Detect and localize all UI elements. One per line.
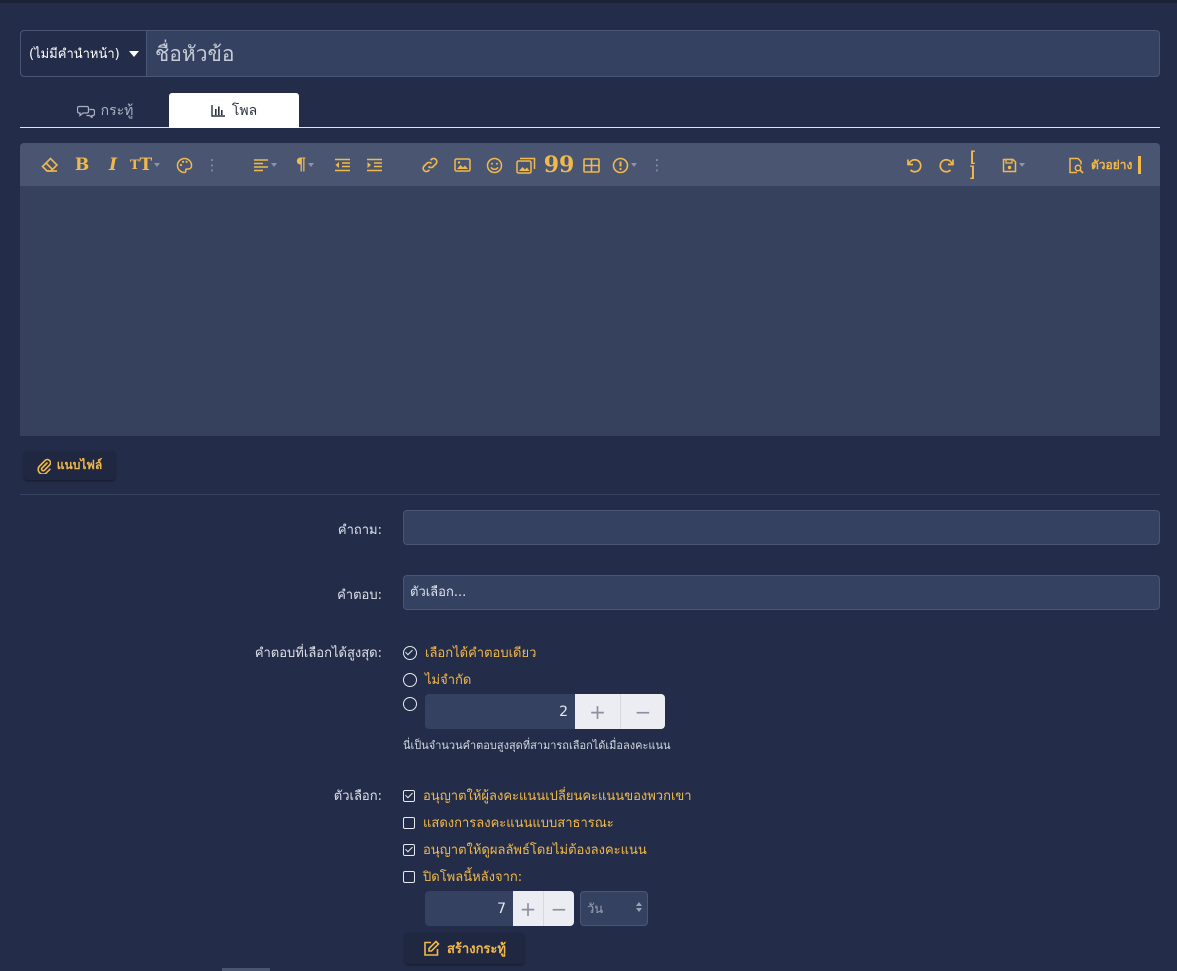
create-thread-button[interactable]: สร้างกระทู้ [405, 933, 524, 964]
redo-icon[interactable] [936, 154, 956, 176]
question-input[interactable] [404, 511, 1159, 544]
radio-icon[interactable] [403, 697, 417, 711]
prefix-label: (ไม่มีคำนำหน้า) [29, 47, 120, 62]
decrement-button[interactable]: − [543, 891, 574, 926]
table-icon[interactable] [581, 154, 601, 176]
attach-label: แนบไฟล์ [56, 458, 103, 472]
select-arrows-icon [636, 902, 642, 912]
increment-button[interactable]: + [575, 694, 620, 729]
indent-icon[interactable] [365, 154, 383, 176]
quote-icon[interactable]: 99 [544, 154, 575, 176]
close-after-stepper[interactable]: 7 + − [425, 891, 574, 926]
title-input[interactable] [147, 31, 1159, 76]
options-label: ตัวเลือก: [333, 789, 382, 804]
editor-toolbar: B I TT ⋮ ¶ 99 ⋮ [] ตัวอย่าง [20, 143, 1160, 186]
option-change-vote[interactable]: อนุญาตให้ผู้ลงคะแนนเปลี่ยนคะแนนของพวกเขา [403, 785, 692, 806]
tab-bar: กระทู้ โพล [20, 93, 1160, 128]
max-unlimited-option[interactable]: ไม่จำกัด [403, 669, 471, 690]
title-row: (ไม่มีคำนำหน้า) [20, 30, 1160, 77]
prefix-dropdown[interactable]: (ไม่มีคำนำหน้า) [21, 31, 147, 76]
align-icon[interactable] [251, 154, 279, 176]
tab-poll[interactable]: โพล [169, 93, 299, 128]
option-public-votes-label: แสดงการลงคะแนนแบบสาธารณะ [423, 816, 614, 831]
preview-marker [1138, 156, 1142, 174]
max-choices-label: คำตอบที่เลือกได้สูงสุด: [254, 646, 382, 661]
option-view-results-label: อนุญาตให้ดูผลลัพธ์โดยไม่ต้องลงคะแนน [423, 843, 647, 858]
eraser-icon[interactable] [40, 154, 60, 176]
preview-button[interactable]: ตัวอย่าง [1068, 154, 1142, 176]
increment-button[interactable]: + [513, 891, 543, 926]
question-field[interactable] [403, 510, 1160, 545]
question-label: คำถาม: [337, 523, 382, 538]
tab-poll-label: โพล [231, 102, 258, 119]
close-unit-select[interactable]: วัน [580, 891, 648, 926]
save-draft-icon[interactable] [998, 154, 1028, 176]
option-view-results[interactable]: อนุญาตให้ดูผลลัพธ์โดยไม่ต้องลงคะแนน [403, 839, 647, 860]
preview-icon [1069, 157, 1084, 174]
checkbox-icon[interactable] [403, 816, 415, 829]
preview-label: ตัวอย่าง [1091, 157, 1133, 172]
attach-files-button[interactable]: แนบไฟล์ [24, 451, 115, 480]
max-single-option[interactable]: เลือกได้คำตอบเดียว [403, 642, 536, 663]
radio-checked-icon[interactable] [403, 645, 417, 660]
option-close-poll[interactable]: ปิดโพลนี้หลังจาก: [403, 866, 522, 887]
decrement-button[interactable]: − [620, 694, 665, 729]
paragraph-icon[interactable]: ¶ [291, 154, 319, 176]
bold-icon[interactable]: B [73, 154, 91, 176]
smiley-icon[interactable] [484, 154, 504, 176]
max-choices-value[interactable]: 2 [425, 694, 575, 729]
checkbox-icon[interactable] [403, 870, 415, 883]
max-unlimited-label: ไม่จำกัด [425, 673, 472, 688]
edit-icon [424, 940, 440, 956]
max-choices-stepper[interactable]: 2 + − [425, 694, 665, 729]
tab-discussion[interactable]: กระทู้ [40, 93, 170, 128]
max-number-option[interactable] [403, 697, 417, 711]
answers-field[interactable] [403, 575, 1160, 610]
bbcode-icon[interactable]: [ ] [968, 150, 988, 180]
undo-icon[interactable] [904, 154, 924, 176]
create-thread-label: สร้างกระทู้ [447, 942, 506, 957]
max-choices-hint: นี่เป็นจำนวนคำตอบสูงสุดที่สามารถเลือกได้… [403, 739, 671, 752]
close-after-value[interactable]: 7 [425, 891, 513, 926]
answers-label: คำตอบ: [337, 588, 382, 603]
more-icon[interactable]: ⋮ [650, 154, 665, 176]
checkbox-checked-icon[interactable] [403, 843, 415, 856]
media-icon[interactable] [515, 154, 537, 176]
answer-input[interactable] [404, 576, 1159, 609]
rich-text-editor[interactable]: B I TT ⋮ ¶ 99 ⋮ [] ตัวอย่าง [20, 143, 1160, 436]
chevron-down-icon [128, 50, 139, 57]
top-border [0, 0, 1177, 3]
checkbox-checked-icon[interactable] [403, 789, 415, 802]
paperclip-icon [37, 458, 51, 474]
image-icon[interactable] [452, 154, 472, 176]
bar-chart-icon [211, 105, 225, 117]
comments-icon [76, 105, 95, 118]
outdent-icon[interactable] [333, 154, 351, 176]
more-icon[interactable]: ⋮ [205, 154, 220, 176]
alert-icon[interactable] [609, 154, 639, 176]
palette-icon[interactable] [174, 154, 194, 176]
max-single-label: เลือกได้คำตอบเดียว [425, 646, 537, 661]
tab-discussion-label: กระทู้ [100, 102, 134, 119]
option-change-vote-label: อนุญาตให้ผู้ลงคะแนนเปลี่ยนคะแนนของพวกเขา [423, 789, 692, 804]
text-size-icon[interactable]: TT [130, 154, 161, 176]
close-unit-value: วัน [587, 902, 604, 917]
divider [20, 494, 1160, 495]
italic-icon[interactable]: I [105, 154, 121, 176]
link-icon[interactable] [420, 154, 440, 176]
option-public-votes[interactable]: แสดงการลงคะแนนแบบสาธารณะ [403, 812, 614, 833]
radio-icon[interactable] [403, 672, 417, 687]
option-close-poll-label: ปิดโพลนี้หลังจาก: [423, 870, 523, 885]
